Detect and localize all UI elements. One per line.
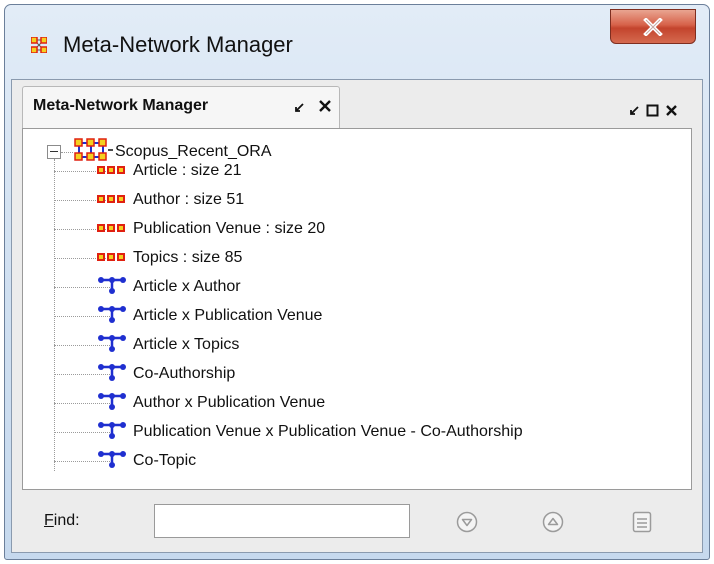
arrow-down-circle-icon bbox=[456, 511, 478, 533]
tree-item-node-class[interactable]: Article : size 21 bbox=[97, 159, 241, 183]
node-class-icon bbox=[97, 249, 125, 267]
panel-controls bbox=[628, 104, 678, 122]
tree-item-network[interactable]: Publication Venue x Publication Venue - … bbox=[97, 420, 523, 444]
tree-item-label: Co-Authorship bbox=[133, 365, 236, 382]
panel-undock-icon[interactable] bbox=[628, 104, 640, 122]
find-previous-button[interactable] bbox=[542, 511, 564, 538]
panel-container: Meta-Network Manager Scopus_Recent_ORA A… bbox=[11, 79, 703, 553]
find-input[interactable] bbox=[154, 504, 410, 538]
find-bar: Find: bbox=[22, 498, 692, 544]
app-window: Meta-Network Manager Meta-Network Manage… bbox=[4, 4, 710, 560]
list-icon bbox=[632, 511, 652, 533]
window-close-button[interactable] bbox=[610, 9, 696, 44]
tree-item-network[interactable]: Co-Topic bbox=[97, 449, 196, 473]
find-label: Find: bbox=[44, 512, 80, 529]
tree-item-label: Publication Venue x Publication Venue - … bbox=[133, 423, 523, 440]
find-next-button[interactable] bbox=[456, 511, 478, 538]
tab-close-icon[interactable] bbox=[318, 99, 332, 118]
app-icon bbox=[30, 36, 48, 54]
tree-item-label: Article x Topics bbox=[133, 336, 240, 353]
arrow-up-circle-icon bbox=[542, 511, 564, 533]
collapse-toggle-icon[interactable] bbox=[47, 145, 61, 159]
node-class-icon bbox=[97, 191, 125, 209]
tab-label: Meta-Network Manager bbox=[33, 97, 209, 114]
find-options-button[interactable] bbox=[632, 511, 652, 538]
tree-item-label: Article x Publication Venue bbox=[133, 307, 323, 324]
tree-item-label: Author : size 51 bbox=[133, 191, 245, 208]
network-icon bbox=[97, 304, 127, 329]
tree-item-node-class[interactable]: Publication Venue : size 20 bbox=[97, 217, 325, 241]
tree-item-label: Author x Publication Venue bbox=[133, 394, 326, 411]
maximize-icon[interactable] bbox=[646, 104, 659, 122]
tree-item-node-class[interactable]: Topics : size 85 bbox=[97, 246, 242, 270]
tab-meta-network-manager[interactable]: Meta-Network Manager bbox=[22, 86, 340, 128]
tree-item-label: Article : size 21 bbox=[133, 162, 242, 179]
network-icon bbox=[97, 420, 127, 445]
tree-item-label: Publication Venue : size 20 bbox=[133, 220, 326, 237]
tree-item-network[interactable]: Co-Authorship bbox=[97, 362, 235, 386]
network-icon bbox=[97, 362, 127, 387]
tree-connector bbox=[54, 159, 55, 471]
tree-connector bbox=[61, 152, 73, 153]
tree-item-network[interactable]: Author x Publication Venue bbox=[97, 391, 325, 415]
tree-item-network[interactable]: Article x Publication Venue bbox=[97, 304, 322, 328]
tree-item-network[interactable]: Article x Topics bbox=[97, 333, 239, 357]
window-title: Meta-Network Manager bbox=[63, 32, 293, 57]
node-class-icon bbox=[97, 220, 125, 238]
tree-item-node-class[interactable]: Author : size 51 bbox=[97, 188, 244, 212]
network-icon bbox=[97, 391, 127, 416]
tree-item-label: Article x Author bbox=[133, 278, 241, 295]
network-icon bbox=[97, 449, 127, 474]
network-icon bbox=[97, 333, 127, 358]
panel-close-icon[interactable] bbox=[665, 104, 678, 122]
close-icon bbox=[643, 17, 663, 36]
tree-item-label: Topics : size 85 bbox=[133, 249, 243, 266]
node-class-icon bbox=[97, 162, 125, 180]
undock-icon[interactable] bbox=[293, 101, 305, 119]
meta-network-tree[interactable]: Scopus_Recent_ORA Article : size 21 Auth… bbox=[22, 128, 692, 490]
tree-item-label: Co-Topic bbox=[133, 452, 197, 469]
title-bar[interactable]: Meta-Network Manager bbox=[5, 5, 709, 79]
tree-item-network[interactable]: Article x Author bbox=[97, 275, 241, 299]
network-icon bbox=[97, 275, 127, 300]
